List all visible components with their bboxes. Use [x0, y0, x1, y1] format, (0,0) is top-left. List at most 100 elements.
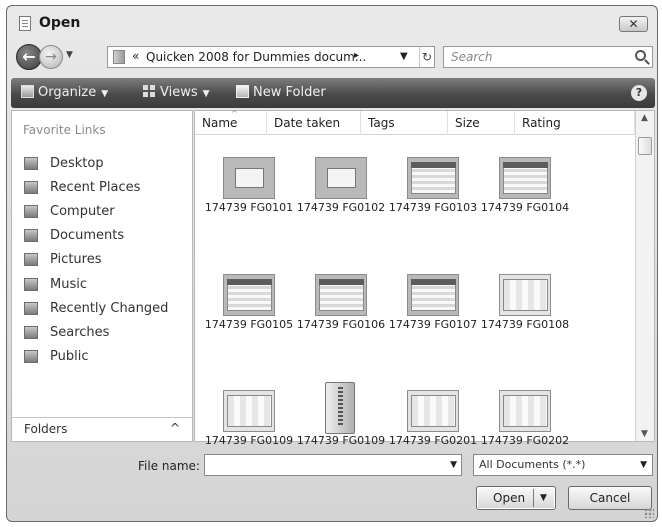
close-button[interactable]: ✕	[619, 16, 648, 32]
resize-grip[interactable]	[644, 508, 654, 518]
new-folder-button[interactable]: New Folder	[236, 85, 326, 100]
file-name: 174739 FG0109	[204, 434, 294, 447]
new-folder-icon	[236, 85, 249, 98]
image-thumbnail	[407, 157, 459, 199]
image-thumbnail	[499, 274, 551, 316]
help-icon[interactable]: ?	[631, 85, 647, 101]
open-button-label: Open	[493, 491, 526, 505]
file-item[interactable]: 174739 FG0107	[385, 266, 481, 356]
scroll-up-icon[interactable]: ▲	[641, 113, 648, 123]
favorite-link[interactable]: Public	[24, 345, 168, 369]
file-item[interactable]: 174739 FG0102	[293, 149, 389, 239]
file-name: 174739 FG0109	[296, 434, 386, 447]
file-name: 174739 FG0102	[296, 201, 386, 214]
address-path[interactable]: Quicken 2008 for Dummies docum...	[146, 50, 366, 64]
favorite-link-label: Recently Changed	[50, 300, 169, 316]
image-thumbnail	[499, 157, 551, 199]
image-thumbnail	[499, 390, 551, 432]
organize-icon	[21, 85, 34, 98]
file-name-label: File name:	[138, 459, 200, 473]
file-name: 174739 FG0107	[388, 318, 478, 331]
open-button[interactable]: Open ▼	[476, 486, 556, 510]
file-item[interactable]: 174739 FG0108	[477, 266, 573, 356]
file-name: 174739 FG0105	[204, 318, 294, 331]
public-icon	[24, 350, 38, 364]
favorite-link[interactable]: Documents	[24, 224, 168, 248]
chevron-down-icon: ▼	[202, 89, 210, 99]
file-item[interactable]: 174739 FG0106	[293, 266, 389, 356]
file-name: 174739 FG0108	[480, 318, 570, 331]
favorite-link-label: Documents	[50, 228, 125, 244]
computer-icon	[24, 204, 38, 218]
file-name: 174739 FG0106	[296, 318, 386, 331]
refresh-button[interactable]: ↻	[419, 47, 435, 67]
column-date-taken-label: Date taken	[274, 116, 341, 130]
folders-label: Folders	[24, 422, 68, 436]
file-item[interactable]: 174739 FG0101	[201, 149, 297, 239]
favorite-link[interactable]: Desktop	[24, 151, 168, 175]
favorite-link-label: Desktop	[50, 155, 104, 171]
music-icon	[24, 277, 38, 291]
favorite-link-label: Music	[50, 276, 87, 292]
column-name-label: Name	[202, 116, 238, 130]
file-item[interactable]: 174739 FG0105	[201, 266, 297, 356]
folders-toggle[interactable]: Folders ^	[12, 417, 192, 441]
documents-icon	[24, 229, 38, 243]
address-dropdown-button[interactable]: ▼	[400, 51, 408, 62]
file-name: 174739 FG0201	[388, 434, 478, 447]
scroll-thumb[interactable]	[638, 137, 652, 155]
search-icon[interactable]	[635, 50, 646, 61]
column-tags-label: Tags	[368, 116, 395, 130]
favorite-link-label: Public	[50, 349, 89, 365]
image-thumbnail	[407, 274, 459, 316]
zip-folder-icon	[325, 382, 355, 434]
sort-ascending-icon: ^	[231, 109, 238, 118]
favorite-link[interactable]: Computer	[24, 199, 168, 223]
favorite-link-label: Computer	[50, 203, 115, 219]
file-name: 174739 FG0103	[388, 201, 478, 214]
favorite-links-header: Favorite Links	[23, 123, 106, 137]
file-list-pane: ^ Name Date taken Tags Size Rating 17473…	[194, 109, 655, 447]
forward-button[interactable]: →	[39, 45, 63, 69]
column-name[interactable]: ^ Name	[195, 109, 267, 135]
vertical-scrollbar[interactable]: ▲ ▼	[635, 111, 654, 441]
column-rating[interactable]: Rating	[515, 111, 635, 135]
document-icon	[19, 16, 31, 31]
favorite-link[interactable]: Pictures	[24, 248, 168, 272]
views-button[interactable]: Views ▼	[143, 85, 210, 100]
command-toolbar: Organize ▼ Views ▼ New Folder ?	[11, 78, 655, 108]
title-bar: Open ✕	[7, 6, 657, 40]
file-name: 174739 FG0202	[480, 434, 570, 447]
image-thumbnail	[315, 274, 367, 316]
organize-button[interactable]: Organize ▼	[21, 85, 108, 100]
favorite-link[interactable]: Recent Places	[24, 175, 168, 199]
favorite-link[interactable]: Searches	[24, 320, 168, 344]
file-item[interactable]: 174739 FG0104	[477, 149, 573, 239]
column-size[interactable]: Size	[448, 111, 515, 135]
file-name-input[interactable]: ▼	[204, 454, 462, 476]
address-chevron[interactable]: «	[132, 49, 139, 63]
scroll-down-icon[interactable]: ▼	[641, 429, 648, 439]
favorite-link[interactable]: Recently Changed	[24, 296, 168, 320]
desktop-icon	[24, 156, 38, 170]
navigation-pane: Favorite Links Desktop Recent Places Compu…	[11, 110, 193, 442]
chevron-up-icon[interactable]: ^	[170, 421, 180, 435]
chevron-down-icon[interactable]: ▼	[450, 460, 457, 470]
cancel-button[interactable]: Cancel	[568, 486, 652, 510]
recent-pages-caret[interactable]: ▼	[66, 50, 73, 60]
search-placeholder: Search	[451, 50, 493, 64]
recently-changed-icon	[24, 301, 38, 315]
open-options-caret[interactable]: ▼	[540, 493, 547, 503]
path-arrow-icon[interactable]: ▸	[354, 50, 359, 61]
column-header: ^ Name Date taken Tags Size Rating	[195, 109, 635, 135]
search-input[interactable]: Search	[443, 46, 653, 68]
views-label: Views	[160, 85, 198, 100]
organize-label: Organize	[38, 85, 97, 100]
favorite-link[interactable]: Music	[24, 272, 168, 296]
file-item[interactable]: 174739 FG0103	[385, 149, 481, 239]
column-date-taken[interactable]: Date taken	[267, 111, 361, 135]
file-type-select[interactable]: All Documents (*.*) ▼	[473, 454, 653, 476]
address-bar[interactable]: « Quicken 2008 for Dummies docum... ▸ ▼ …	[107, 46, 435, 68]
column-tags[interactable]: Tags	[361, 111, 448, 135]
file-type-value: All Documents (*.*)	[479, 458, 586, 471]
